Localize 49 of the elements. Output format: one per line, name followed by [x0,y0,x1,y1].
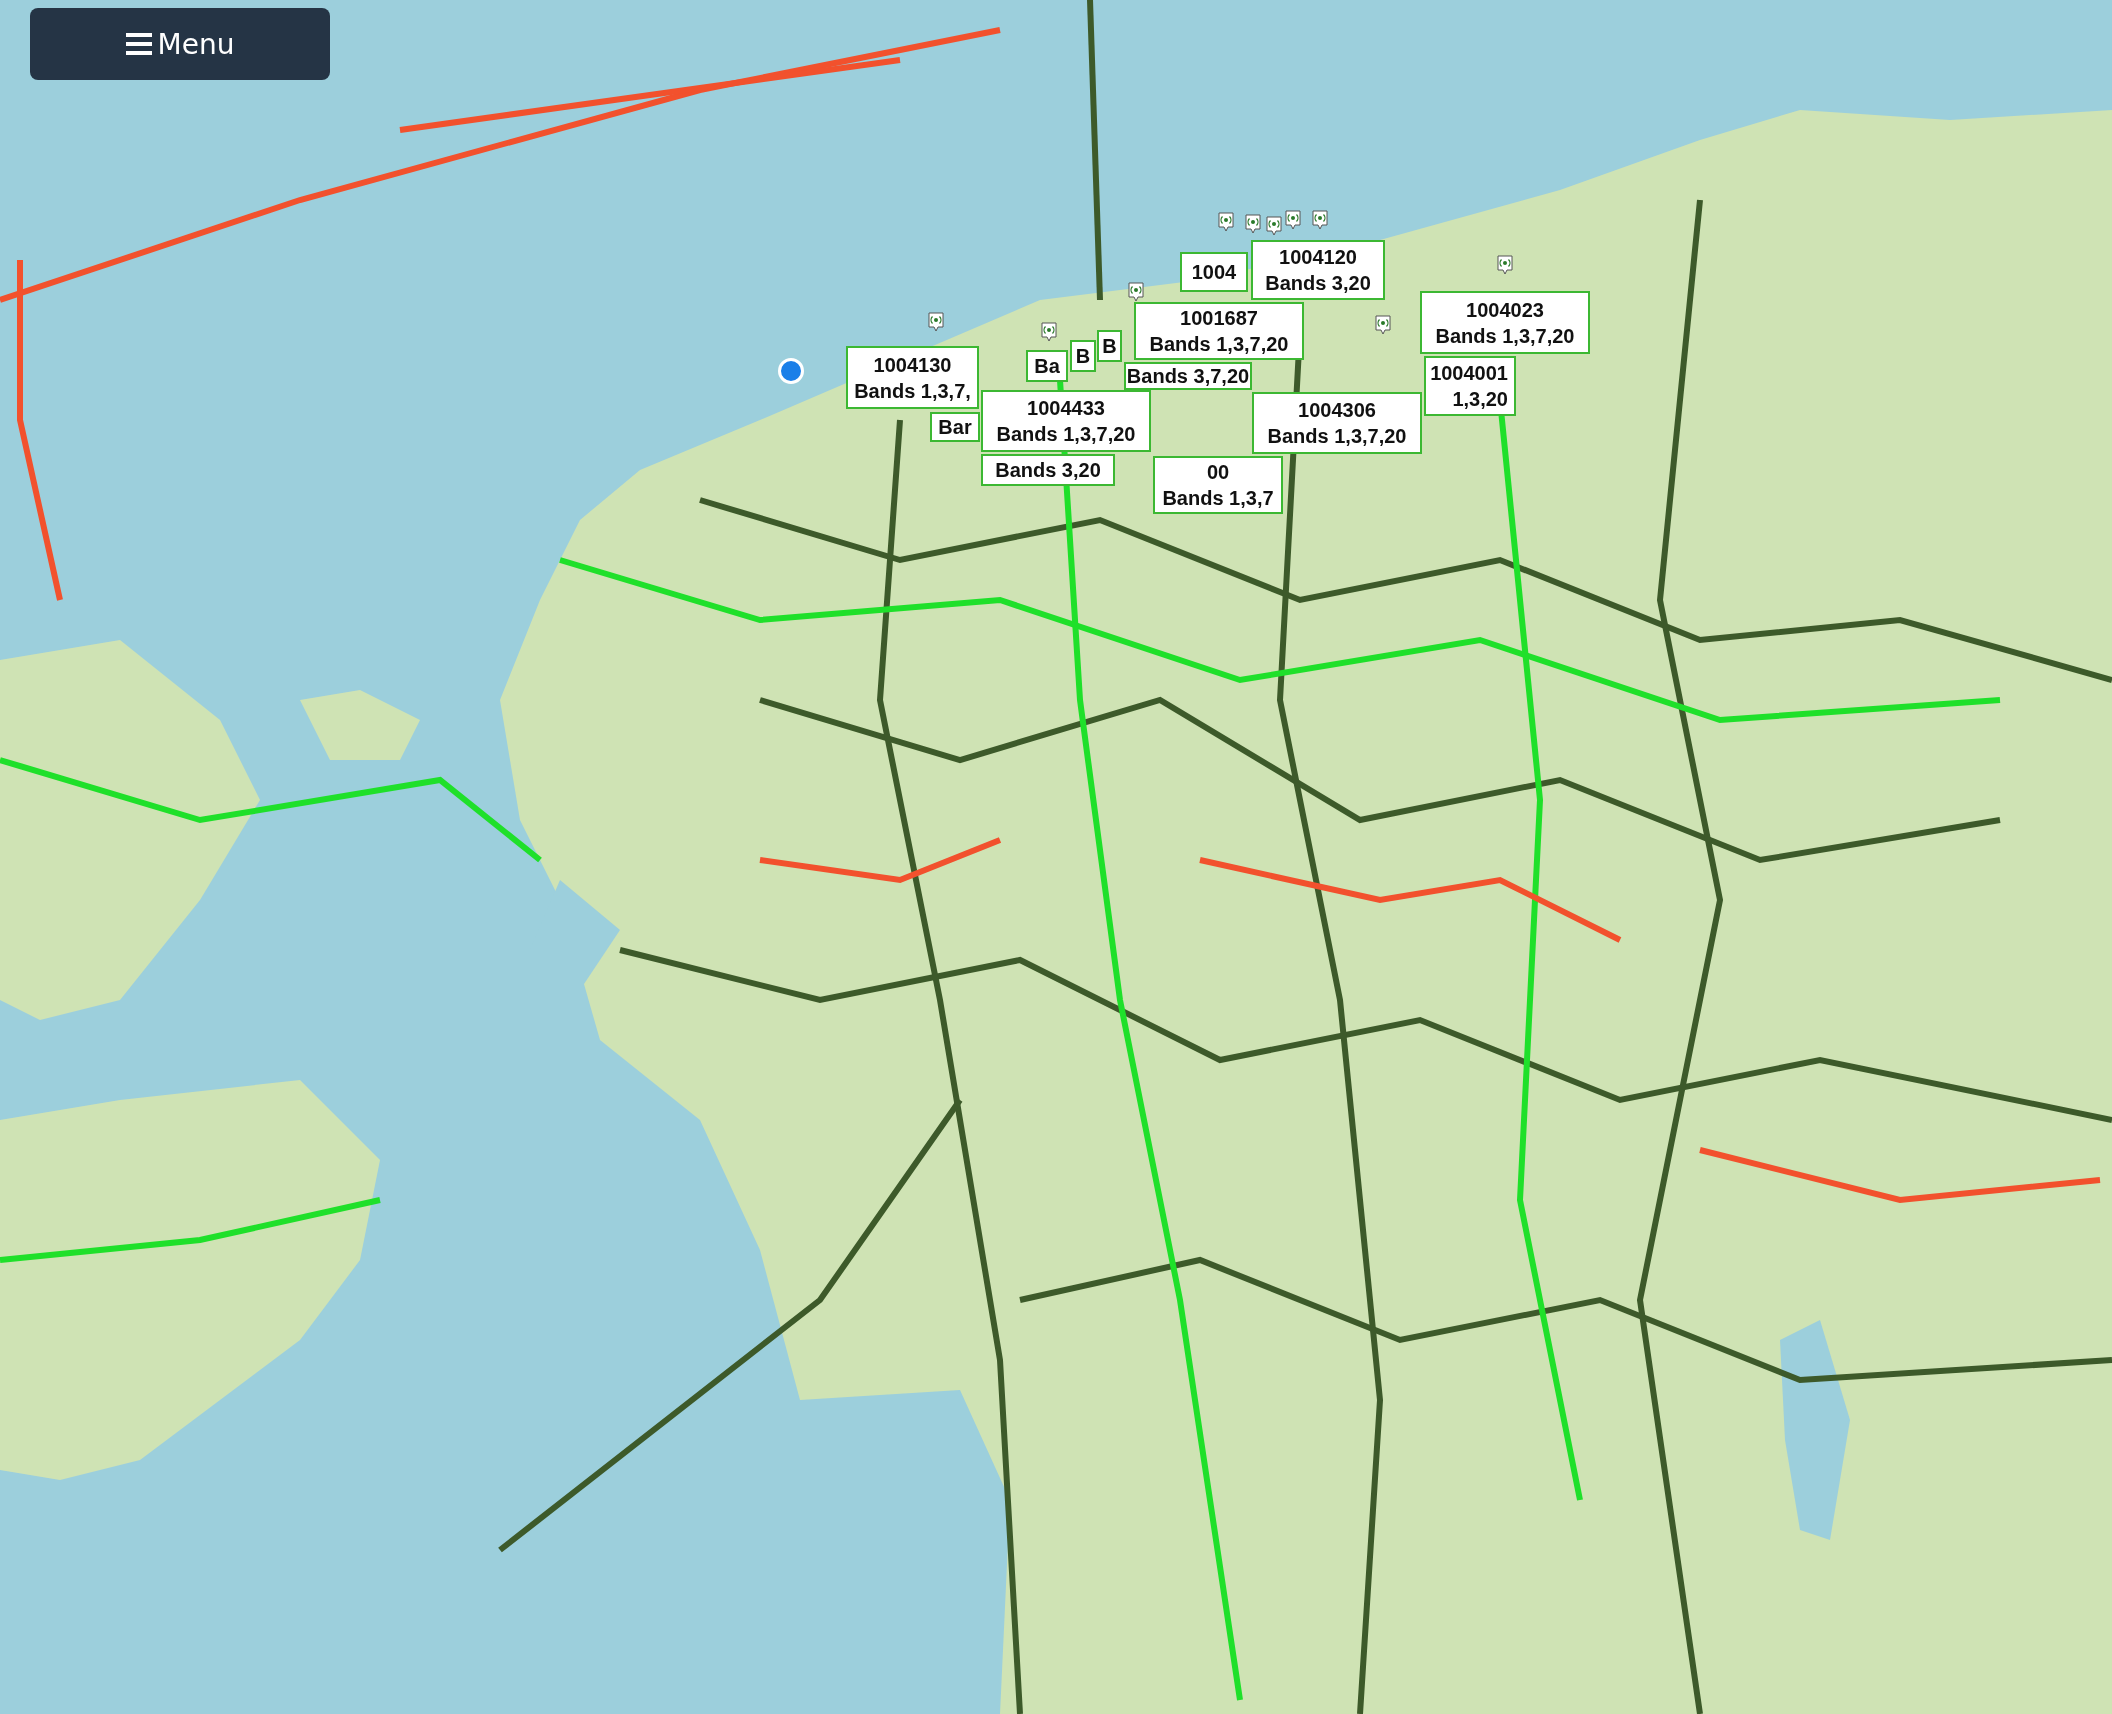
antenna-icon[interactable] [1285,210,1301,230]
label-text: 1004 [1191,260,1237,285]
label-text: Bands 1,3,7,20 [1149,332,1289,357]
label-text: Bar [938,415,972,440]
antenna-icon[interactable] [928,312,944,332]
cell-label[interactable]: Bands 3,20 [981,454,1115,486]
antenna-icon[interactable] [1266,216,1282,236]
antenna-icon[interactable] [1312,210,1328,230]
cell-label[interactable]: 1004 [1180,252,1248,292]
menu-button[interactable]: Menu [30,8,330,80]
cell-label[interactable]: Bands 3,7,20 [1124,362,1252,390]
label-text: 1001687 [1180,306,1258,331]
cell-label[interactable]: 1001687 Bands 1,3,7,20 [1134,302,1304,360]
antenna-icon[interactable] [1218,212,1234,232]
label-text: Bands 1,3,7, [854,378,971,404]
label-text: 1004130 [873,352,952,378]
label-text: 1004433 [1027,396,1105,421]
cell-label[interactable]: 1004120 Bands 3,20 [1251,240,1385,300]
label-text: Bands 1,3,7,20 [1267,424,1407,449]
antenna-icon[interactable] [1128,282,1144,302]
cell-label[interactable]: 1004130 Bands 1,3,7, [846,346,979,409]
label-text: 1004120 [1279,245,1357,270]
label-text: 1004306 [1298,398,1376,423]
cell-label[interactable]: Bar [930,412,980,442]
label-text: Bands 1,3,7,20 [996,422,1136,447]
cell-label[interactable]: 1004001 1,3,20 [1424,356,1516,416]
label-text: 1004023 [1466,297,1544,323]
menu-icon [125,33,152,55]
label-text: Bands 3,20 [995,458,1101,483]
cell-label[interactable]: Ba [1026,350,1068,382]
label-text: B [1075,344,1091,369]
antenna-icon[interactable] [1245,214,1261,234]
label-text: Bands 1,3,7,20 [1435,323,1575,349]
cell-label[interactable]: 00 Bands 1,3,7 [1153,456,1283,514]
cell-label[interactable]: B [1070,340,1096,372]
cell-label[interactable]: 1004306 Bands 1,3,7,20 [1252,392,1422,454]
antenna-icon[interactable] [1041,322,1057,342]
label-text: 00 [1206,460,1230,485]
antenna-icon[interactable] [1497,255,1513,275]
cell-label[interactable]: 1004023 Bands 1,3,7,20 [1420,291,1590,354]
antenna-icon[interactable] [1375,315,1391,335]
label-text: 1,3,20 [1452,387,1508,412]
label-text: Ba [1034,354,1060,379]
label-text: 1004001 [1430,361,1508,386]
label-text: Bands 3,20 [1265,271,1371,296]
cell-label[interactable]: 1004433 Bands 1,3,7,20 [981,390,1151,452]
cell-label[interactable]: B [1097,330,1122,362]
label-text: B [1102,334,1117,359]
label-text: Bands 1,3,7 [1162,486,1274,511]
